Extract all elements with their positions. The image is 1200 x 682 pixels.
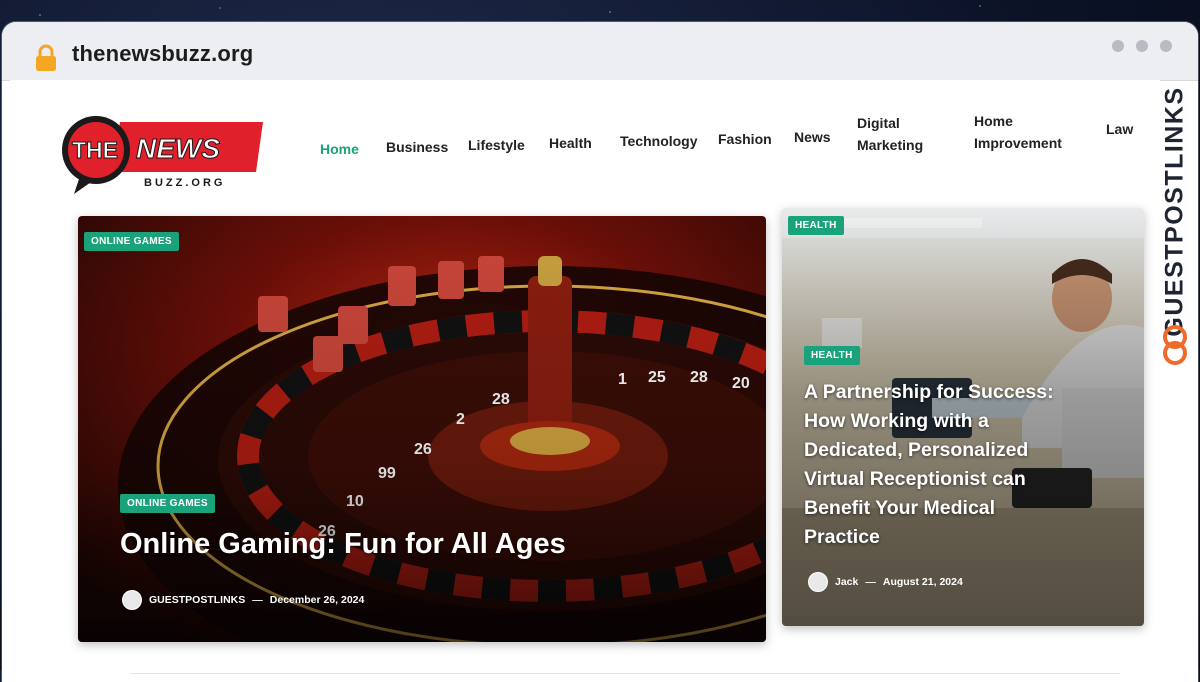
watermark-text: GUESTPOSTLINKS — [1160, 86, 1189, 337]
author-avatar[interactable] — [808, 572, 828, 592]
link-icon — [1163, 325, 1187, 365]
nav-item-health[interactable]: Health — [549, 132, 592, 154]
category-badge[interactable]: HEALTH — [804, 346, 860, 365]
nav-item-fashion[interactable]: Fashion — [718, 128, 772, 150]
category-badge[interactable]: ONLINE GAMES — [120, 494, 215, 513]
browser-address-bar: thenewsbuzz.org — [2, 22, 1198, 81]
side-watermark: GUESTPOSTLINKS — [1160, 77, 1190, 377]
site-logo[interactable]: THE NEWS BUZZ.ORG — [58, 110, 268, 198]
window-dot-icon[interactable] — [1112, 40, 1124, 52]
window-dot-icon[interactable] — [1136, 40, 1148, 52]
secondary-article-card[interactable]: HEALTH HEALTH A Partnership for Success:… — [782, 208, 1144, 626]
featured-article-card[interactable]: 1 25 28 20 2 28 26 99 10 26 ONLINE GAMES… — [78, 216, 766, 642]
nav-item-law[interactable]: Law — [1106, 118, 1133, 140]
content-divider — [130, 673, 1120, 674]
author-name[interactable]: GUESTPOSTLINKS — [149, 594, 245, 606]
nav-item-home[interactable]: Home — [320, 138, 359, 160]
nav-item-lifestyle[interactable]: Lifestyle — [468, 134, 525, 156]
secondary-article-title[interactable]: A Partnership for Success: How Working w… — [804, 378, 1054, 552]
window-dot-icon[interactable] — [1160, 40, 1172, 52]
meta-separator: — — [252, 594, 263, 606]
category-badge[interactable]: HEALTH — [788, 216, 844, 235]
nav-item-technology[interactable]: Technology — [620, 130, 698, 152]
nav-item-label: Digital — [857, 115, 900, 131]
article-date: August 21, 2024 — [882, 576, 963, 588]
author-name[interactable]: Jack — [835, 576, 858, 588]
author-avatar[interactable] — [122, 590, 142, 610]
featured-article-title[interactable]: Online Gaming: Fun for All Ages — [120, 528, 680, 561]
browser-window: thenewsbuzz.org THE NEWS BUZZ.ORG Home B… — [2, 22, 1198, 682]
nav-item-news[interactable]: News — [794, 126, 831, 148]
nav-item-business[interactable]: Business — [386, 136, 448, 158]
web-page: THE NEWS BUZZ.ORG Home Business Lifestyl… — [10, 80, 1160, 682]
lock-icon — [36, 44, 56, 71]
window-controls — [1112, 40, 1172, 52]
article-meta: Jack — August 21, 2024 — [808, 572, 963, 592]
logo-subtitle: BUZZ.ORG — [144, 177, 225, 189]
logo-word-news: NEWS — [136, 133, 220, 164]
roulette-image: 1 25 28 20 2 28 26 99 10 26 — [78, 216, 766, 642]
article-date: December 26, 2024 — [269, 594, 365, 606]
article-meta: GUESTPOSTLINKS — December 26, 2024 — [122, 590, 364, 610]
url-text[interactable]: thenewsbuzz.org — [72, 41, 253, 67]
nav-item-label: Home — [974, 113, 1013, 129]
nav-item-digital-marketing[interactable]: Digital Marketing — [857, 112, 923, 156]
nav-item-home-improvement[interactable]: Home Improvement — [974, 110, 1062, 154]
meta-separator: — — [865, 576, 876, 588]
nav-item-label: Marketing — [857, 137, 924, 153]
nav-item-label: Improvement — [974, 135, 1062, 151]
logo-word-the: THE — [72, 137, 118, 163]
category-badge[interactable]: ONLINE GAMES — [84, 232, 179, 251]
